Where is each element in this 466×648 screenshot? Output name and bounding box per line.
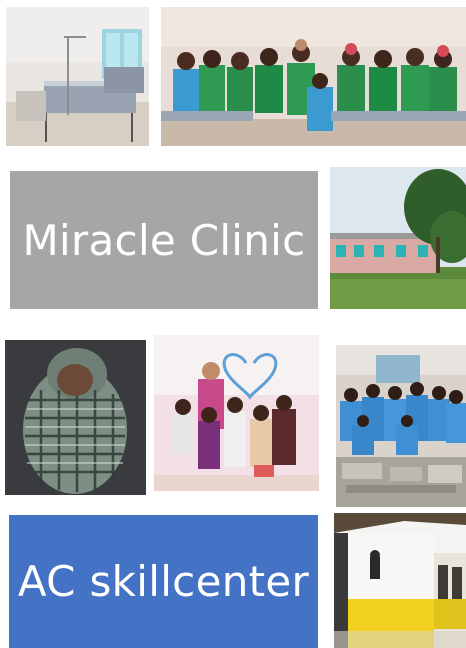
miracle-clinic-label-box: Miracle Clinic <box>10 171 318 309</box>
hospital-beds-photo <box>6 7 149 146</box>
children-group-green-uniforms-photo <box>161 7 466 146</box>
miracle-clinic-label: Miracle Clinic <box>22 215 306 265</box>
children-blue-uniforms-photo <box>336 345 466 507</box>
ac-skillcenter-label: AC skillcenter <box>17 557 310 606</box>
skillcenter-building-photo <box>334 513 466 648</box>
ac-skillcenter-label-box: AC skillcenter <box>9 515 318 648</box>
woman-with-children-photo <box>154 335 319 491</box>
newborn-baby-photo <box>5 340 146 495</box>
clinic-building-photo <box>330 167 466 309</box>
